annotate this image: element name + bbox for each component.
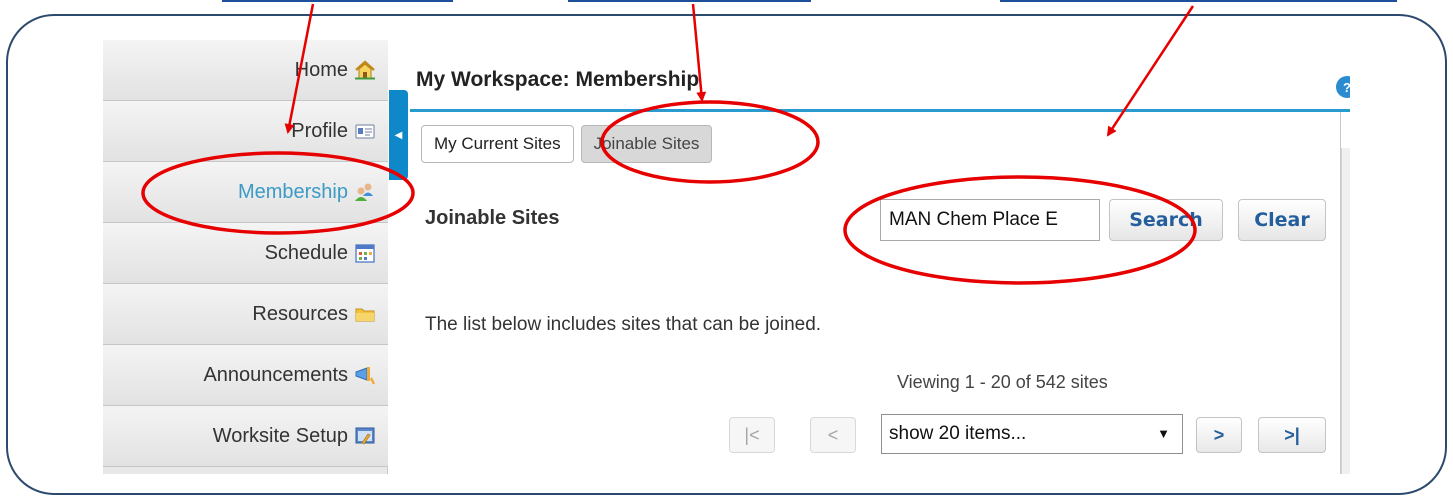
app-window: Home Profile Membership Schedule Resourc… <box>103 40 1350 474</box>
dropdown-arrow-icon: ▼ <box>1157 426 1170 441</box>
link-underline-3 <box>1000 0 1397 2</box>
profile-card-icon <box>355 124 375 139</box>
sidebar-item-membership[interactable]: Membership <box>103 162 388 223</box>
next-page-button[interactable]: > <box>1196 417 1242 453</box>
search-button[interactable]: Search <box>1109 199 1223 241</box>
sidebar-collapse-toggle[interactable]: ◀ <box>389 90 408 180</box>
page-title: My Workspace: Membership <box>416 68 700 91</box>
sidebar-item-schedule[interactable]: Schedule <box>103 223 388 284</box>
prev-page-button[interactable]: < <box>810 417 856 453</box>
sidebar-item-home[interactable]: Home <box>103 40 388 101</box>
tab-joinable-sites[interactable]: Joinable Sites <box>580 125 713 163</box>
sidebar-item-label: Worksite Setup <box>212 424 348 447</box>
membership-people-icon <box>355 183 373 201</box>
sidebar-item-label: Membership <box>237 180 348 203</box>
link-underline-2 <box>568 0 811 2</box>
folder-icon <box>355 308 375 322</box>
clear-button[interactable]: Clear <box>1238 199 1326 241</box>
viewing-count: Viewing 1 - 20 of 542 sites <box>897 372 1108 392</box>
page-size-value: show 20 items... <box>889 423 1027 444</box>
section-title: Joinable Sites <box>425 207 560 229</box>
megaphone-icon <box>355 367 376 385</box>
link-underline-1 <box>222 0 453 2</box>
info-text: The list below includes sites that can b… <box>425 314 822 335</box>
help-icon[interactable]: ? <box>1336 76 1350 98</box>
title-divider <box>410 109 1350 112</box>
sidebar-item-resources[interactable]: Resources <box>103 284 388 345</box>
first-page-button[interactable]: |< <box>729 417 775 453</box>
last-page-button[interactable]: >| <box>1258 417 1326 453</box>
sidebar-item-worksite-setup[interactable]: Worksite Setup <box>103 406 388 467</box>
worksite-setup-icon <box>355 427 375 445</box>
page-size-select[interactable]: show 20 items... ▼ <box>881 414 1183 454</box>
search-input[interactable] <box>880 199 1100 241</box>
scrollbar[interactable] <box>1341 148 1350 474</box>
home-icon <box>355 60 375 80</box>
sidebar: Home Profile Membership Schedule Resourc… <box>103 40 388 474</box>
tab-bar: My Current Sites Joinable Sites <box>421 125 713 163</box>
chevron-left-icon: ◀ <box>394 129 403 141</box>
sidebar-item-label: Home <box>294 58 348 81</box>
sidebar-item-profile[interactable]: Profile <box>103 101 388 162</box>
tab-my-current-sites[interactable]: My Current Sites <box>421 125 574 163</box>
sidebar-item-label: Resources <box>252 302 348 325</box>
sidebar-item-label: Schedule <box>264 241 348 264</box>
sidebar-item-label: Profile <box>291 119 348 142</box>
sidebar-item-label: Announcements <box>203 363 348 386</box>
calendar-icon <box>355 244 375 263</box>
sidebar-item-announcements[interactable]: Announcements <box>103 345 388 406</box>
